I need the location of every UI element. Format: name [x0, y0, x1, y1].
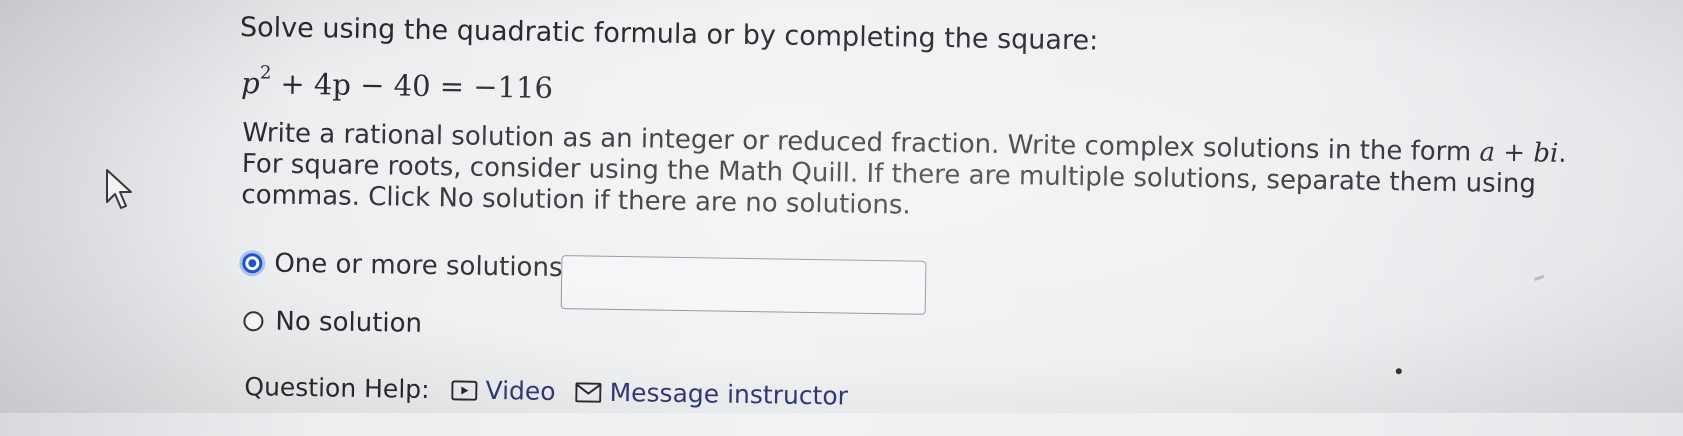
question-instruction: Solve using the quadratic formula or by …: [239, 12, 1099, 57]
message-instructor-label: Message instructor: [609, 377, 849, 411]
video-play-icon: [451, 379, 478, 401]
solution-input[interactable]: [560, 255, 927, 315]
question-help: Question Help: Video Message instructor: [244, 372, 868, 411]
equation-rest: + 4p − 40 = −116: [280, 66, 554, 105]
equation-exponent: 2: [259, 62, 272, 84]
message-instructor-link[interactable]: Message instructor: [575, 377, 849, 411]
option-one-or-more-label: One or more solutions:: [274, 248, 572, 284]
complex-form-math: a + bi: [1479, 137, 1559, 169]
question-help-label: Question Help:: [244, 372, 430, 405]
question-panel: Solve using the quadratic formula or by …: [0, 0, 1683, 436]
radio-one-or-more-selected[interactable]: [242, 253, 263, 274]
video-link-label: Video: [485, 375, 556, 406]
mouse-pointer-icon: [106, 169, 132, 209]
video-link[interactable]: Video: [451, 375, 556, 406]
equation-variable: p: [240, 66, 261, 101]
stray-dot: [1395, 368, 1402, 375]
equation: p2 + 4p − 40 = −116: [240, 62, 554, 105]
envelope-icon: [575, 381, 602, 403]
radio-no-solution[interactable]: [243, 311, 264, 332]
option-no-solution[interactable]: No solution: [243, 306, 422, 339]
stray-mark: [1534, 274, 1545, 281]
answer-directions: Write a rational solution as an integer …: [241, 118, 1572, 232]
option-no-solution-label: No solution: [275, 306, 423, 339]
option-one-or-more-solutions[interactable]: One or more solutions:: [242, 248, 571, 283]
